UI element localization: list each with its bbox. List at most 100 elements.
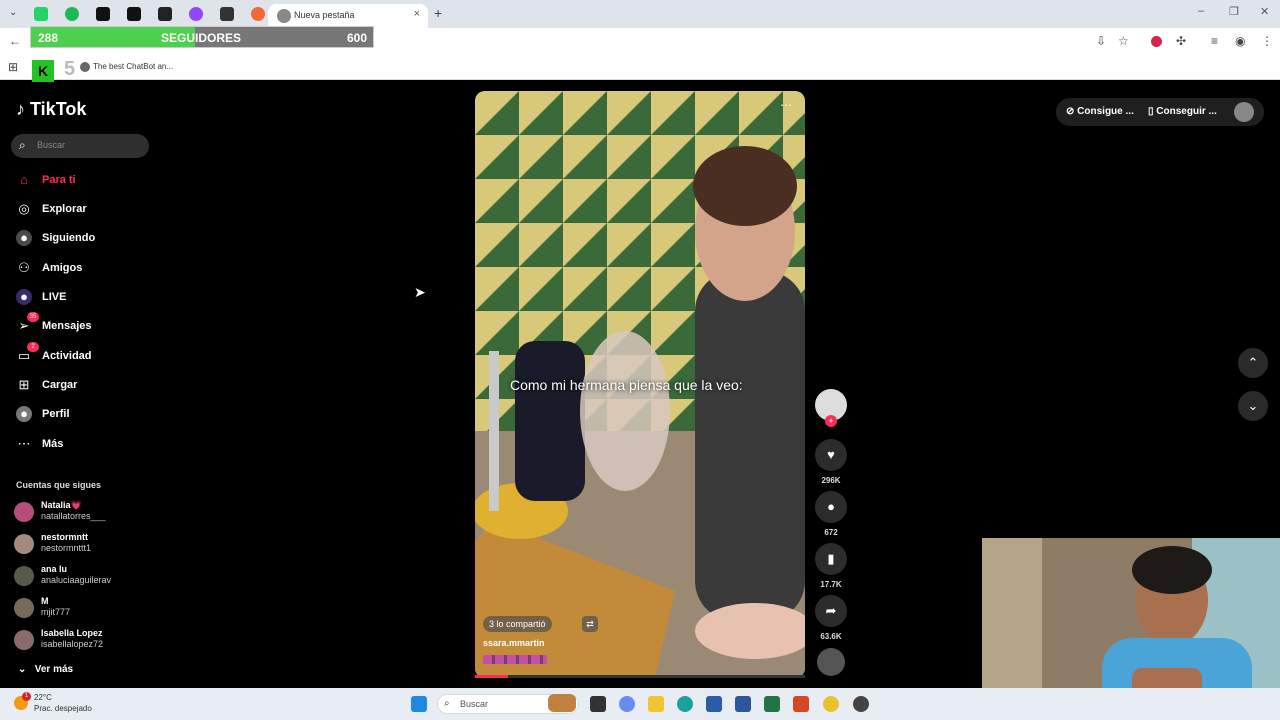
nav-explorar[interactable]: ◎ Explorar xyxy=(16,200,156,220)
word-icon[interactable] xyxy=(735,696,751,712)
following-username: mjit777 xyxy=(41,607,71,617)
tab-favicon-github[interactable] xyxy=(220,7,234,21)
back-icon[interactable]: ← xyxy=(9,34,21,48)
edge-icon[interactable] xyxy=(677,696,693,712)
app-icon[interactable] xyxy=(853,696,869,712)
see-more-button[interactable]: ⌄ Ver más xyxy=(18,664,73,675)
following-username: natallatorres___ xyxy=(41,511,106,521)
nav-label: Actividad xyxy=(42,350,92,362)
nav-cargar[interactable]: ⊞ Cargar xyxy=(16,376,156,396)
calculator-icon[interactable] xyxy=(706,696,722,712)
activity-badge: 2 xyxy=(27,342,39,352)
tiktok-logo[interactable]: ♪ TikTok xyxy=(16,99,86,120)
tiktok-note-icon: ♪ xyxy=(16,99,25,119)
close-window-icon[interactable]: ✕ xyxy=(1260,5,1269,18)
following-item[interactable]: nestormntt nestormnttt1 xyxy=(14,532,154,558)
search-icon: ⌕ xyxy=(19,138,26,152)
avatar xyxy=(14,598,34,618)
media-icon[interactable]: ≡ xyxy=(1211,34,1218,48)
search-input[interactable]: ⌕ Buscar xyxy=(11,134,149,158)
nav-label: Para ti xyxy=(42,174,76,186)
following-item[interactable]: ana lu analuciaaguilerav xyxy=(14,564,154,590)
nav-label: Perfil xyxy=(42,408,70,420)
followers-label: SEGUIDORES xyxy=(161,31,242,45)
tab-favicon-twitch[interactable] xyxy=(189,7,203,21)
nav-mensajes[interactable]: ➢ 35 Mensajes xyxy=(16,312,156,337)
nav-para-ti[interactable]: ⌂ Para ti xyxy=(16,171,156,191)
tab-favicon-kick[interactable] xyxy=(96,7,110,21)
chevron-up-icon: ⌃ xyxy=(1247,355,1259,370)
windows-start-icon[interactable] xyxy=(411,696,427,712)
excel-icon[interactable] xyxy=(764,696,780,712)
chrome-icon[interactable] xyxy=(823,696,839,712)
bookmark-item[interactable]: The best ChatBot an... xyxy=(93,62,173,71)
comment-button[interactable]: ● xyxy=(815,491,847,523)
previous-video-button[interactable]: ⌃ xyxy=(1238,348,1268,378)
more-icon: ⋯ xyxy=(17,436,31,451)
compass-icon: ◎ xyxy=(18,201,30,216)
taskview-icon[interactable] xyxy=(590,696,606,712)
tab-favicon-orange[interactable] xyxy=(251,7,265,21)
comment-count: 672 xyxy=(824,528,838,537)
music-disc[interactable] xyxy=(817,648,845,676)
creator-avatar[interactable]: + xyxy=(815,389,847,427)
minimize-icon[interactable]: – xyxy=(1198,5,1204,17)
share-button[interactable]: ➦ xyxy=(815,595,847,627)
nav-perfil[interactable]: ● Perfil xyxy=(16,405,156,425)
install-icon[interactable]: ⇩ xyxy=(1096,34,1106,48)
see-more-label: Ver más xyxy=(34,664,74,675)
weather-temperature: 22°C xyxy=(34,693,52,702)
video-username[interactable]: ssara.mmartin xyxy=(483,638,545,648)
following-name: Isabella Lopez xyxy=(41,628,103,638)
extension-red-icon[interactable] xyxy=(1151,36,1162,47)
nav-label: Más xyxy=(42,438,64,450)
chevron-down-icon: ⌄ xyxy=(1247,398,1259,413)
profile-icon[interactable]: ◉ xyxy=(1235,34,1245,48)
following-item[interactable]: Isabella Lopez isabellalopez72 xyxy=(14,628,154,654)
powerpoint-icon[interactable] xyxy=(793,696,809,712)
tab-list-icon[interactable]: ⌄ xyxy=(9,7,17,18)
tab-favicon-spotify[interactable] xyxy=(65,7,79,21)
video-progress-bar[interactable] xyxy=(475,675,805,678)
nav-label: Mensajes xyxy=(42,320,92,332)
menu-icon[interactable]: ⋮ xyxy=(1261,34,1273,48)
star-icon[interactable]: ☆ xyxy=(1118,34,1129,48)
following-item[interactable]: M mjit777 xyxy=(14,596,154,622)
tab-favicon-tiktok[interactable] xyxy=(127,7,141,21)
nav-actividad[interactable]: ▭ 2 Actividad xyxy=(16,342,156,367)
following-name: ana lu xyxy=(41,564,68,574)
tab-favicon-whatsapp[interactable] xyxy=(34,7,48,21)
avatar xyxy=(14,502,34,522)
get-app-button[interactable]: ▯ Conseguir ... xyxy=(1148,106,1217,117)
user-avatar[interactable] xyxy=(1234,102,1254,122)
copilot-icon[interactable] xyxy=(619,696,635,712)
like-button[interactable]: ♥ xyxy=(815,439,847,471)
shared-by-pill[interactable]: 3 lo compartió xyxy=(483,616,552,632)
kick-number: 5 xyxy=(64,58,76,80)
puzzle-icon[interactable]: ✣ xyxy=(1176,34,1186,48)
active-tab-title: Nueva pestaña xyxy=(294,10,355,20)
video-more-icon[interactable]: ⋯ xyxy=(780,98,792,112)
maximize-icon[interactable]: ❐ xyxy=(1229,5,1239,18)
next-video-button[interactable]: ⌄ xyxy=(1238,391,1268,421)
nav-amigos[interactable]: ⚇ Amigos xyxy=(16,259,156,279)
new-tab-button[interactable]: + xyxy=(434,5,442,21)
follow-plus-icon[interactable]: + xyxy=(825,415,837,427)
nav-siguiendo[interactable]: ● Siguiendo xyxy=(16,229,156,249)
live-icon: ● xyxy=(16,289,32,305)
active-tab[interactable]: Nueva pestaña × xyxy=(268,4,428,28)
chevron-down-icon: ⌄ xyxy=(18,664,27,675)
file-explorer-icon[interactable] xyxy=(648,696,664,712)
close-tab-icon[interactable]: × xyxy=(414,8,420,20)
avatar xyxy=(14,534,34,554)
nav-live[interactable]: ● LIVE xyxy=(16,288,156,308)
following-item[interactable]: Natalia💗 natallatorres___ xyxy=(14,500,154,526)
save-button[interactable]: ▮ xyxy=(815,543,847,575)
nav-label: Explorar xyxy=(42,203,87,215)
apps-grid-icon[interactable]: ⊞ xyxy=(8,60,18,74)
repost-icon[interactable]: ⇄ xyxy=(582,616,598,632)
tab-favicon-x[interactable] xyxy=(158,7,172,21)
get-coins-button[interactable]: ⊘ Consigue ... xyxy=(1066,106,1134,117)
shared-by-text: 3 lo compartió xyxy=(489,619,546,629)
nav-mas[interactable]: ⋯ Más xyxy=(16,435,156,455)
